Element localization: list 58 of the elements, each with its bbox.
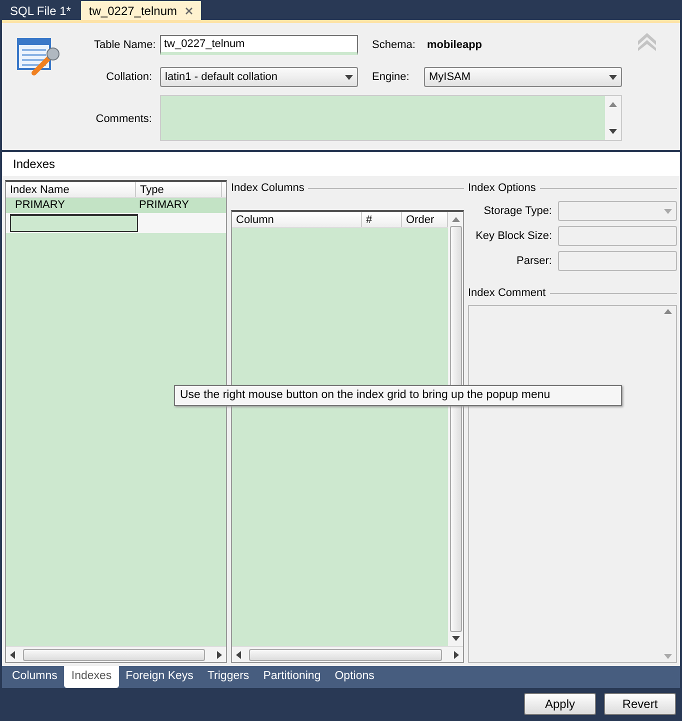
text-field[interactable] [558,226,677,246]
editor-tab[interactable]: Options [328,666,382,688]
editor-tab[interactable]: Triggers [200,666,256,688]
field-label: Engine: [371,70,410,85]
dropdown-caret-icon [345,74,353,80]
storage-type-dropdown[interactable] [558,201,677,221]
field-label: Table Name: [94,38,157,53]
column-header[interactable]: Column [232,212,362,227]
field-label: Storage Type: [482,204,553,219]
editor-tab[interactable]: Columns [5,666,64,688]
scroll-down-icon [452,636,460,641]
collation-dropdown[interactable]: latin1 - default collation [160,67,358,87]
table-cell-text: PRIMARY [14,198,66,214]
tooltip: Use the right mouse button on the index grid to bring up the popup menu [174,385,622,406]
table-cell-text: PRIMARY [138,198,190,214]
editor-tab[interactable]: Indexes [64,666,119,688]
field-label: Comments: [94,112,153,127]
scroll-down-icon [609,129,617,134]
vertical-scrollbar[interactable] [605,96,621,140]
section-title: Indexes [2,152,680,176]
group-title: Index Comment [468,285,677,301]
collapse-icon[interactable] [636,31,658,51]
scroll-up-icon [664,309,672,314]
field-label: Schema: [371,38,416,53]
document-tab[interactable]: SQL File 1* [2,1,79,20]
editor-tab[interactable]: Foreign Keys [118,666,200,688]
column-header[interactable]: Type [136,182,222,197]
vertical-scrollbar[interactable] [448,212,463,646]
group-title: Index Options [468,180,677,196]
field-label: Parser: [516,254,553,269]
index-name-input[interactable] [10,214,138,232]
field-label: Collation: [105,70,153,85]
table-wrench-icon [16,35,62,77]
scroll-left-icon [10,650,15,658]
table-name-field[interactable]: tw_0227_telnum [160,35,358,55]
action-button[interactable]: Revert [604,692,676,714]
action-button[interactable]: Apply [524,692,596,714]
scroll-down-icon [664,654,672,659]
horizontal-scrollbar[interactable] [232,646,463,662]
column-header[interactable]: # [362,212,402,227]
scroll-up-icon [609,102,617,107]
scroll-right-icon [217,650,222,658]
dropdown-caret-icon [664,208,672,214]
dropdown-caret-icon [609,74,617,80]
index-comment-field[interactable] [468,305,677,663]
editor-tab[interactable]: Partitioning [256,666,328,688]
comments-field[interactable] [160,95,622,141]
text-field[interactable] [558,251,677,271]
document-tab[interactable]: tw_0227_telnum [80,1,201,20]
group-title: Index Columns [231,180,464,196]
column-header[interactable]: Index Name [6,182,136,197]
field-label: Key Block Size: [474,228,553,244]
engine-dropdown[interactable]: MyISAM [424,67,622,87]
schema-value: mobileapp [426,38,484,53]
horizontal-scrollbar[interactable] [6,646,226,662]
scroll-left-icon [236,650,241,658]
close-icon[interactable] [184,6,193,14]
scroll-right-icon [454,650,459,658]
